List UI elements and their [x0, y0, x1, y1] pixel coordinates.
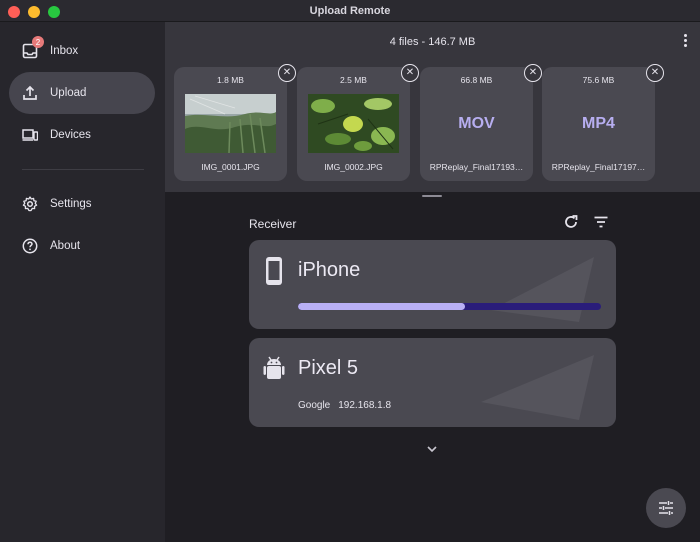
device-name: Pixel 5: [298, 357, 359, 379]
device-card-iphone[interactable]: iPhone: [249, 240, 616, 329]
device-details: Google 192.168.1.8: [298, 400, 391, 411]
sidebar-item-label: Devices: [50, 129, 91, 141]
adjustments-button[interactable]: [646, 488, 686, 528]
file-name: IMG_0002.JPG: [324, 162, 383, 172]
file-size: 66.8 MB: [460, 75, 493, 85]
window-title: Upload Remote: [309, 4, 391, 17]
sidebar-item-label: Inbox: [50, 45, 79, 57]
main-content: 4 files - 146.7 MB 1.8 MB ✕ IMG_0001.JPG…: [165, 22, 700, 542]
sidebar-divider: [22, 169, 144, 170]
sort-filter-icon[interactable]: [593, 214, 609, 230]
devices-icon: [22, 127, 38, 143]
file-name: IMG_0001.JPG: [201, 162, 260, 172]
device-ip: 192.168.1.8: [338, 400, 392, 411]
file-card[interactable]: 2.5 MB ✕ IMG_0002.JPG: [297, 64, 419, 181]
file-card[interactable]: 66.8 MB ✕ MOV RPReplay_Final17193…: [420, 64, 542, 181]
sidebar-item-about[interactable]: About: [9, 225, 155, 267]
title-bar: Upload Remote: [0, 0, 700, 22]
file-type-label: MOV: [458, 115, 495, 132]
inbox-badge: 2: [32, 36, 44, 48]
refresh-icon[interactable]: [563, 214, 579, 230]
remove-file-button[interactable]: ✕: [278, 64, 296, 82]
upload-icon: [22, 85, 38, 101]
sidebar-item-settings[interactable]: Settings: [9, 183, 155, 225]
file-size: 75.6 MB: [582, 75, 615, 85]
phone-icon: [266, 257, 282, 285]
upload-progress-bar: [298, 303, 601, 310]
help-circle-icon: [22, 238, 38, 254]
file-card[interactable]: 1.8 MB ✕ IMG_0001.JPG: [174, 64, 296, 181]
file-size: 1.8 MB: [217, 75, 244, 85]
file-thumbnail: [308, 94, 399, 153]
send-watermark-icon: [481, 355, 594, 420]
file-name: RPReplay_Final17193…: [429, 162, 524, 172]
close-window-button[interactable]: [8, 6, 20, 18]
window-controls: [8, 6, 60, 18]
file-type-label: MP4: [582, 115, 615, 132]
remove-file-button[interactable]: ✕: [646, 64, 664, 82]
sidebar-item-devices[interactable]: Devices: [9, 114, 155, 156]
sidebar-item-label: Settings: [50, 198, 92, 210]
device-name: iPhone: [298, 259, 361, 281]
sidebar-item-inbox[interactable]: 2 Inbox: [9, 30, 155, 72]
sidebar-item-upload[interactable]: Upload: [9, 72, 155, 114]
panel-drag-handle[interactable]: [422, 195, 442, 197]
remove-file-button[interactable]: ✕: [401, 64, 419, 82]
file-size: 2.5 MB: [340, 75, 367, 85]
sidebar-item-label: Upload: [50, 87, 87, 99]
sidebar-item-label: About: [50, 240, 81, 252]
device-brand: Google: [298, 400, 331, 411]
selected-files-panel: 4 files - 146.7 MB 1.8 MB ✕ IMG_0001.JPG…: [165, 22, 700, 192]
file-name: RPReplay_Final17197…: [551, 162, 646, 172]
file-thumbnail: [185, 94, 276, 153]
upload-progress-fill: [298, 303, 465, 310]
chevron-down-icon[interactable]: [425, 444, 439, 454]
receiver-heading: Receiver: [249, 217, 297, 231]
zoom-window-button[interactable]: [48, 6, 60, 18]
files-summary: 4 files - 146.7 MB: [389, 36, 476, 48]
minimize-window-button[interactable]: [28, 6, 40, 18]
inbox-icon: 2: [22, 36, 44, 59]
remove-file-button[interactable]: ✕: [524, 64, 542, 82]
gear-icon: [22, 196, 38, 212]
sidebar: 2 Inbox Upload Devices Settings About: [0, 22, 165, 542]
send-watermark-icon: [491, 257, 594, 322]
android-icon: [263, 356, 285, 379]
device-card-pixel-5[interactable]: Pixel 5 Google 192.168.1.8: [249, 338, 616, 427]
sliders-icon: [659, 501, 673, 515]
file-card[interactable]: 75.6 MB ✕ MP4 RPReplay_Final17197…: [542, 64, 664, 181]
more-options-icon[interactable]: [684, 34, 688, 48]
